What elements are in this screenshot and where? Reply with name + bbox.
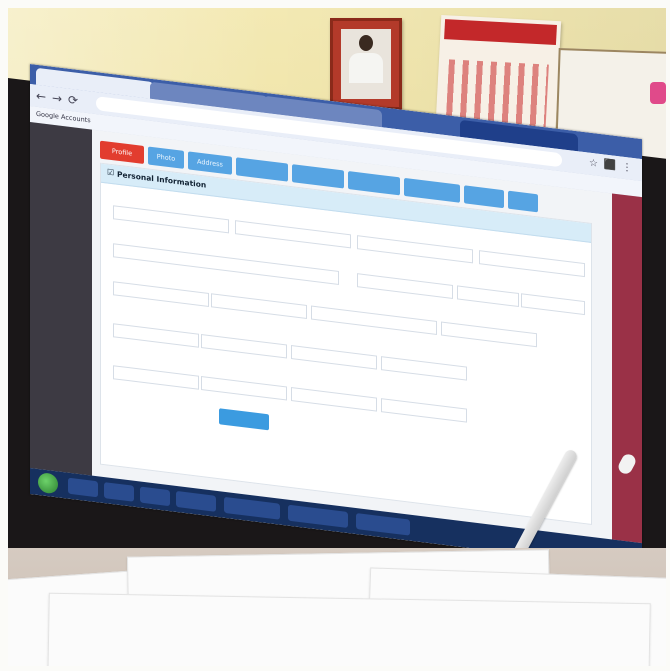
sidebar-item[interactable] bbox=[34, 334, 90, 341]
right-panel bbox=[612, 193, 642, 544]
sidebar-item[interactable] bbox=[34, 148, 90, 155]
taskbar-app[interactable] bbox=[176, 490, 216, 512]
field-input[interactable] bbox=[113, 243, 339, 285]
tab-8[interactable] bbox=[508, 190, 538, 213]
sidebar-item[interactable] bbox=[34, 132, 90, 139]
reload-icon[interactable]: ⟳ bbox=[68, 93, 78, 108]
portrait-head-shape bbox=[359, 35, 373, 51]
extensions-icon[interactable]: ⬛ bbox=[604, 158, 616, 174]
sidebar-item[interactable] bbox=[34, 200, 90, 207]
field-input[interactable] bbox=[113, 323, 199, 348]
field-input[interactable] bbox=[235, 220, 351, 249]
field-input[interactable] bbox=[201, 333, 287, 359]
field-input[interactable] bbox=[521, 293, 585, 316]
sidebar-item[interactable] bbox=[34, 234, 90, 241]
field-input[interactable] bbox=[457, 285, 519, 308]
section-title: Personal Information bbox=[117, 169, 207, 190]
field-input[interactable] bbox=[211, 293, 307, 320]
field-input[interactable] bbox=[113, 281, 209, 307]
tab-6[interactable] bbox=[404, 177, 460, 203]
portrait-torso-shape bbox=[349, 53, 383, 83]
tab-5[interactable] bbox=[348, 171, 400, 196]
tab-profile[interactable]: Profile bbox=[100, 140, 144, 164]
sidebar-item[interactable] bbox=[34, 354, 90, 361]
sidebar-item[interactable] bbox=[34, 164, 90, 171]
field-input[interactable] bbox=[291, 387, 377, 412]
field-input[interactable] bbox=[357, 273, 453, 299]
sidebar-item-active[interactable] bbox=[34, 218, 90, 225]
field-input[interactable] bbox=[113, 205, 229, 234]
photo-frame: ← → ⟳ ☆ ⬛ ⋮ Google Accounts Profile Phot… bbox=[8, 8, 666, 666]
taskbar-app[interactable] bbox=[68, 477, 98, 498]
field-input[interactable] bbox=[311, 305, 437, 335]
tab-7[interactable] bbox=[464, 185, 504, 209]
field-input[interactable] bbox=[201, 375, 287, 401]
taskbar-app[interactable] bbox=[224, 496, 280, 520]
sidebar-item[interactable] bbox=[34, 268, 90, 275]
taskbar-app[interactable] bbox=[104, 482, 134, 502]
bookmark-item[interactable]: Google Accounts bbox=[36, 110, 91, 125]
sidebar-item[interactable] bbox=[34, 248, 90, 255]
sidebar-item[interactable] bbox=[34, 184, 90, 191]
menu-icon[interactable]: ⋮ bbox=[622, 161, 632, 176]
star-icon[interactable]: ☆ bbox=[589, 157, 598, 172]
back-icon[interactable]: ← bbox=[36, 89, 46, 104]
forward-icon[interactable]: → bbox=[52, 91, 62, 106]
save-button[interactable] bbox=[219, 408, 269, 431]
pink-object bbox=[650, 82, 666, 104]
tab-photo[interactable]: Photo bbox=[148, 146, 184, 169]
start-button-icon[interactable] bbox=[38, 471, 58, 495]
taskbar-app[interactable] bbox=[356, 513, 410, 536]
field-input[interactable] bbox=[113, 365, 199, 390]
paper-stack bbox=[47, 592, 651, 666]
field-input[interactable] bbox=[441, 321, 537, 348]
tab-3[interactable] bbox=[236, 157, 288, 182]
app-content: Profile Photo Address Personal Informati… bbox=[92, 129, 612, 540]
tab-address[interactable]: Address bbox=[188, 151, 232, 175]
field-input[interactable] bbox=[381, 356, 467, 381]
field-input[interactable] bbox=[479, 250, 585, 278]
checkbox-icon: ☑ bbox=[107, 167, 115, 178]
sidebar-item[interactable] bbox=[34, 318, 90, 325]
app-sidebar bbox=[30, 122, 92, 476]
field-input[interactable] bbox=[291, 345, 377, 370]
framed-portrait bbox=[330, 18, 402, 110]
calendar-header bbox=[444, 19, 557, 45]
sidebar-item[interactable] bbox=[34, 286, 90, 293]
taskbar-app[interactable] bbox=[288, 504, 348, 529]
portrait-mat bbox=[341, 29, 391, 99]
tab-4[interactable] bbox=[292, 164, 344, 189]
field-input[interactable] bbox=[381, 398, 467, 423]
field-input[interactable] bbox=[357, 235, 473, 264]
taskbar-app[interactable] bbox=[140, 486, 170, 507]
personal-information-card: Personal Information ☑ bbox=[100, 162, 592, 526]
